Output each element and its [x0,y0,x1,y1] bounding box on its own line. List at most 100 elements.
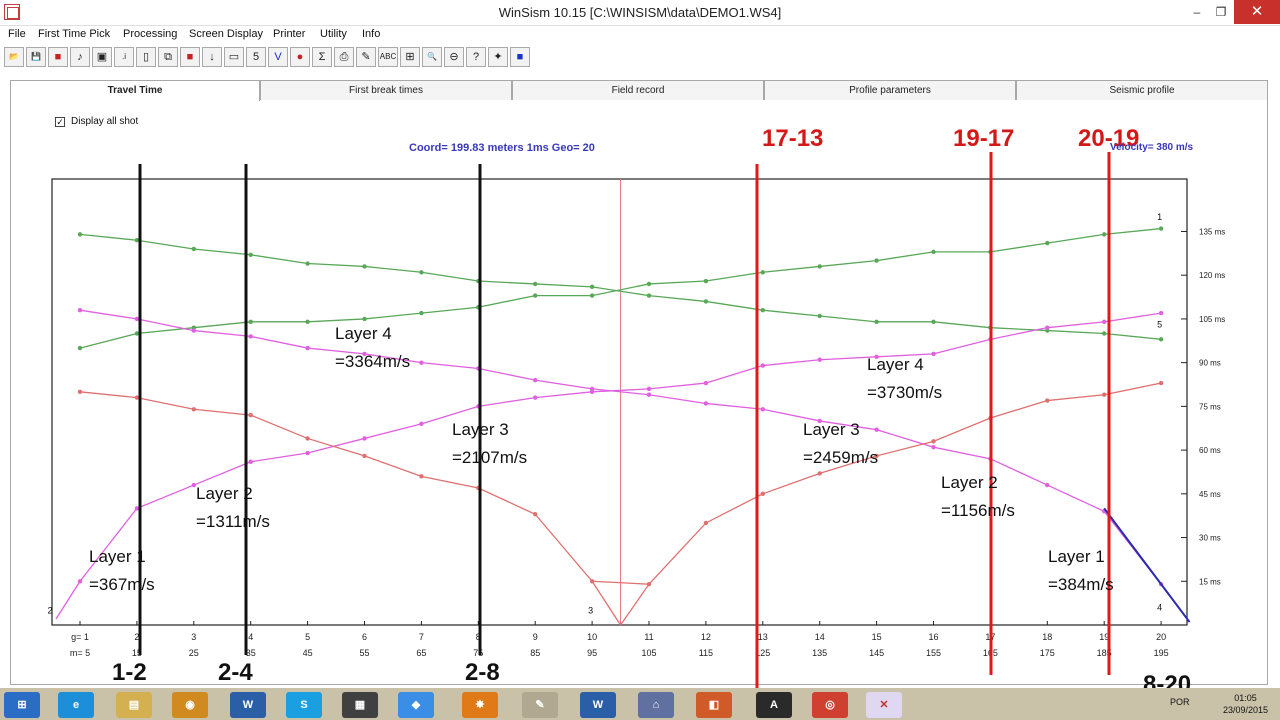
series-point[interactable] [1102,331,1107,336]
series-point[interactable] [760,491,765,497]
series-point[interactable] [305,345,310,351]
series-point[interactable] [1045,325,1050,330]
series-point[interactable] [362,316,367,322]
series-point[interactable] [817,471,822,476]
series-point[interactable] [646,293,652,298]
browser-icon[interactable]: e [58,692,94,718]
series-point[interactable] [77,389,83,394]
series-point[interactable] [817,264,822,269]
word-doc-icon[interactable]: W [580,692,616,718]
series-point[interactable] [134,238,140,243]
series-point[interactable] [362,264,367,269]
folder-icon[interactable]: ▤ [116,692,152,718]
winsism-icon[interactable]: ✕ [866,692,902,718]
series-point[interactable] [1102,319,1107,325]
series-point[interactable] [362,453,367,459]
series-point[interactable] [703,380,709,386]
series-point[interactable] [191,246,196,252]
series-point[interactable] [533,377,538,383]
series-point[interactable] [931,319,936,325]
series-point[interactable] [533,395,538,400]
x-tick-label-geophone: 14 [815,632,825,642]
series-point[interactable] [419,474,424,479]
dropbox-icon[interactable]: ◆ [398,692,434,718]
series-point[interactable] [760,407,765,412]
series-point[interactable] [703,278,709,284]
series-point[interactable] [134,506,140,511]
series-point[interactable] [419,421,424,427]
series-point[interactable] [646,392,652,397]
series-point[interactable] [646,281,652,287]
start-icon[interactable]: ⊞ [4,692,40,718]
series-point[interactable] [134,395,140,400]
series-point[interactable] [931,444,936,450]
pdf-icon[interactable]: A [756,692,792,718]
series-point[interactable] [248,252,253,257]
series-point[interactable] [533,281,538,287]
series-point[interactable] [1045,482,1050,488]
series-point[interactable] [1045,240,1050,246]
antivirus-icon[interactable]: ✸ [462,692,498,718]
language-indicator[interactable]: POR [1170,697,1190,707]
series-point[interactable] [589,284,595,290]
system-clock[interactable]: 01:05 23/09/2015 [1223,692,1268,716]
series-point[interactable] [1158,380,1164,386]
series-point[interactable] [77,307,83,313]
series-point[interactable] [305,436,310,441]
calendar-icon[interactable]: ▦ [342,692,378,718]
series-point[interactable] [817,357,822,362]
series-point[interactable] [134,316,140,322]
series-point[interactable] [874,427,879,432]
home-icon[interactable]: ⌂ [638,692,674,718]
series-point[interactable] [760,270,765,275]
series-point[interactable] [589,389,595,394]
series-point[interactable] [931,351,936,357]
y-tick-label: 120 ms [1199,271,1225,280]
series-point[interactable] [874,319,879,325]
segment-label-red: 17-13 [762,125,823,152]
series-point[interactable] [874,258,879,263]
series-point[interactable] [589,293,595,298]
series-point[interactable] [1158,310,1164,316]
series-point[interactable] [1045,398,1050,403]
series-point[interactable] [419,310,424,316]
series-point[interactable] [134,331,140,336]
series-point[interactable] [760,307,765,313]
series-point[interactable] [1158,337,1164,342]
series-point[interactable] [419,270,424,275]
series-point[interactable] [248,319,253,325]
series-point[interactable] [191,407,196,412]
series-point[interactable] [760,363,765,368]
series-point[interactable] [646,386,652,392]
series-point[interactable] [248,459,253,464]
series-point[interactable] [703,520,709,526]
series-point[interactable] [533,512,538,517]
series-point[interactable] [533,293,538,298]
series-point[interactable] [931,249,936,255]
series-point[interactable] [817,313,822,319]
series-point[interactable] [1102,392,1107,397]
series-point[interactable] [305,319,310,325]
series-point[interactable] [248,412,253,418]
series-point[interactable] [703,299,709,304]
series-point[interactable] [305,261,310,266]
word-icon[interactable]: W [230,692,266,718]
series-point[interactable] [191,328,196,333]
series-point[interactable] [248,334,253,339]
office-icon[interactable]: ◧ [696,692,732,718]
series-point[interactable] [931,439,936,444]
chrome-icon[interactable]: ◎ [812,692,848,718]
series-point[interactable] [419,360,424,365]
series-point[interactable] [1102,232,1107,237]
series-point[interactable] [77,232,83,237]
clock-time: 01:05 [1234,693,1257,703]
skype-icon[interactable]: S [286,692,322,718]
series-point[interactable] [1158,226,1164,231]
series-point[interactable] [305,450,310,456]
paint-icon[interactable]: ✎ [522,692,558,718]
series-point[interactable] [77,345,83,351]
disk-icon[interactable]: ◉ [172,692,208,718]
series-point[interactable] [703,401,709,406]
travel-time-chart[interactable]: 15 ms 30 ms 45 ms 60 ms 75 ms 90 ms 105 ms 120 … [0,0,1280,688]
series-point[interactable] [362,436,367,441]
